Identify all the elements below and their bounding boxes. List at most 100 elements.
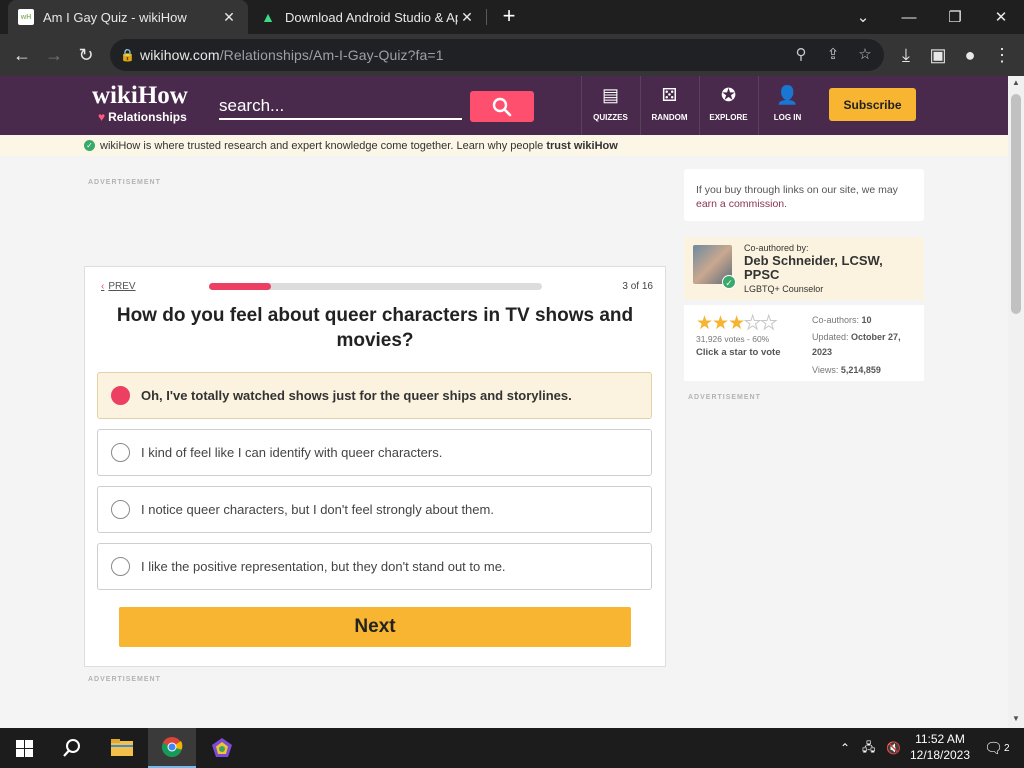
back-button[interactable]: ← — [8, 41, 36, 69]
author-name[interactable]: Deb Schneider, LCSW, PPSC — [744, 254, 914, 282]
wikihow-logo[interactable]: wikiHow ♥ Relationships — [92, 82, 188, 124]
quiz-progress-bar — [209, 283, 542, 290]
app-icon[interactable] — [198, 728, 246, 768]
notifications-icon[interactable]: 🗨 2 — [984, 728, 1010, 768]
radio-button[interactable] — [111, 500, 130, 519]
logo-category: ♥ Relationships — [98, 110, 187, 124]
android-favicon-icon: ▲ — [261, 9, 275, 25]
side-panel-icon[interactable]: ▣ — [924, 41, 952, 69]
windows-logo-icon — [15, 739, 33, 757]
nav-label: QUIZZES — [593, 113, 628, 122]
close-tab-icon[interactable]: ✕ — [220, 9, 238, 26]
tab-divider — [486, 9, 487, 25]
answer-option[interactable]: I notice queer characters, but I don't f… — [97, 486, 652, 533]
ad-label: ADVERTISEMENT — [88, 179, 161, 186]
chrome-icon[interactable] — [148, 728, 196, 768]
updated-stat: Updated: October 27, 2023 — [812, 332, 901, 357]
trust-banner: ✓ wikiHow is where trusted research and … — [0, 135, 1008, 156]
chrome-logo-icon — [162, 737, 183, 757]
star-icon[interactable]: ★ — [696, 313, 713, 334]
system-clock[interactable]: 11:52 AM 12/18/2023 — [905, 731, 975, 763]
scroll-up-icon[interactable]: ▲ — [1011, 78, 1021, 87]
profile-icon[interactable]: ● — [956, 41, 984, 69]
ad-label: ADVERTISEMENT — [688, 394, 761, 401]
menu-icon[interactable]: ⋮ — [988, 41, 1016, 69]
zoom-icon[interactable]: ⚲ — [790, 45, 812, 65]
option-label: I notice queer characters, but I don't f… — [141, 502, 494, 517]
search-field[interactable] — [219, 94, 462, 120]
show-hidden-icons[interactable]: ⌃ — [840, 728, 850, 768]
nav-login[interactable]: 👤 LOG IN — [758, 76, 816, 135]
nav-random[interactable]: ⚄ RANDOM — [640, 76, 698, 135]
file-explorer-icon[interactable] — [98, 728, 146, 768]
verified-check-icon: ✓ — [722, 275, 736, 289]
close-window-button[interactable]: ✕ — [978, 0, 1024, 34]
nav-label: EXPLORE — [709, 113, 748, 122]
radio-button[interactable] — [111, 557, 130, 576]
browser-tab-bar: wH Am I Gay Quiz - wikiHow ✕ ▲ Download … — [0, 0, 1024, 34]
nav-label: RANDOM — [651, 113, 688, 122]
windows-start-icon[interactable] — [0, 728, 48, 768]
new-tab-button[interactable]: + — [498, 5, 520, 28]
reload-button[interactable]: ↻ — [72, 41, 100, 69]
tab-title: Am I Gay Quiz - wikiHow — [43, 9, 187, 25]
star-icon[interactable]: ★ — [760, 313, 778, 334]
star-icon[interactable]: ★ — [712, 313, 729, 334]
coauthors-stat: Co-authors: 10 — [812, 315, 872, 325]
trust-text: wikiHow is where trusted research and ex… — [100, 139, 544, 152]
nav-explore[interactable]: ✪ EXPLORE — [699, 76, 757, 135]
tab-android-studio[interactable]: ▲ Download Android Studio & App ✕ — [250, 0, 486, 34]
download-icon[interactable]: ⤓ — [892, 41, 920, 69]
author-role: LGBTQ+ Counselor — [744, 284, 824, 294]
bookmark-star-icon[interactable]: ☆ — [854, 45, 876, 65]
vote-count: 31,926 votes - 60% — [696, 334, 770, 344]
search-icon[interactable] — [48, 728, 96, 768]
url-text: wikihow.com/Relationships/Am-I-Gay-Quiz?… — [140, 47, 444, 63]
option-label: I kind of feel like I can identify with … — [141, 445, 443, 460]
answer-option[interactable]: I kind of feel like I can identify with … — [97, 429, 652, 476]
option-label: Oh, I've totally watched shows just for … — [141, 388, 572, 403]
star-icon[interactable]: ★ — [728, 313, 745, 334]
folder-icon — [111, 739, 133, 756]
compass-icon: ✪ — [720, 85, 737, 105]
coauthored-label: Co-authored by: — [744, 243, 809, 253]
tab-search-icon[interactable]: ⌄ — [840, 0, 886, 34]
article-stats-card: ★★★★★ 31,926 votes - 60% Click a star to… — [684, 305, 924, 381]
answer-option[interactable]: Oh, I've totally watched shows just for … — [97, 372, 652, 419]
scroll-down-icon[interactable]: ▼ — [1011, 714, 1021, 723]
prev-link[interactable]: ‹ PREV — [101, 281, 136, 292]
author-card: ✓ Co-authored by: Deb Schneider, LCSW, P… — [684, 237, 924, 300]
share-icon[interactable]: ⇪ — [822, 45, 844, 65]
star-rating[interactable]: ★★★★★ — [696, 313, 778, 334]
restore-button[interactable]: ❐ — [932, 0, 978, 34]
page-scrollbar[interactable]: ▲ ▼ — [1008, 76, 1024, 728]
tab-title: Download Android Studio & App — [285, 9, 458, 25]
subscribe-button[interactable]: Subscribe — [829, 88, 916, 121]
volume-muted-icon[interactable]: 🔇 — [886, 728, 901, 768]
search-button[interactable] — [470, 91, 534, 122]
answer-option[interactable]: I like the positive representation, but … — [97, 543, 652, 590]
progress-fill — [209, 283, 272, 290]
next-button[interactable]: Next — [119, 607, 631, 647]
user-icon: 👤 — [776, 85, 799, 105]
scroll-thumb[interactable] — [1011, 94, 1021, 314]
question-counter: 3 of 16 — [622, 281, 653, 292]
trust-link[interactable]: trust wikiHow — [546, 140, 618, 152]
radio-button[interactable] — [111, 443, 130, 462]
forward-button[interactable]: → — [40, 41, 68, 69]
star-icon[interactable]: ★ — [744, 313, 762, 334]
close-tab-icon[interactable]: ✕ — [458, 9, 476, 26]
logo-name: wikiHow — [92, 82, 188, 109]
address-bar[interactable]: 🔒 wikihow.com/Relationships/Am-I-Gay-Qui… — [110, 39, 884, 71]
commission-link[interactable]: earn a commission — [696, 198, 784, 210]
minimize-button[interactable]: — — [886, 0, 932, 34]
heart-icon: ♥ — [98, 110, 106, 124]
radio-button[interactable] — [111, 386, 130, 405]
nav-quizzes[interactable]: ▤ QUIZZES — [581, 76, 639, 135]
tab-wikihow-quiz[interactable]: wH Am I Gay Quiz - wikiHow ✕ — [8, 0, 248, 34]
nav-label: LOG IN — [773, 113, 802, 122]
chevron-left-icon: ‹ — [101, 281, 105, 292]
search-input[interactable] — [219, 94, 462, 118]
network-icon[interactable]: 🖧 — [862, 728, 875, 768]
ad-label: ADVERTISEMENT — [88, 676, 161, 683]
